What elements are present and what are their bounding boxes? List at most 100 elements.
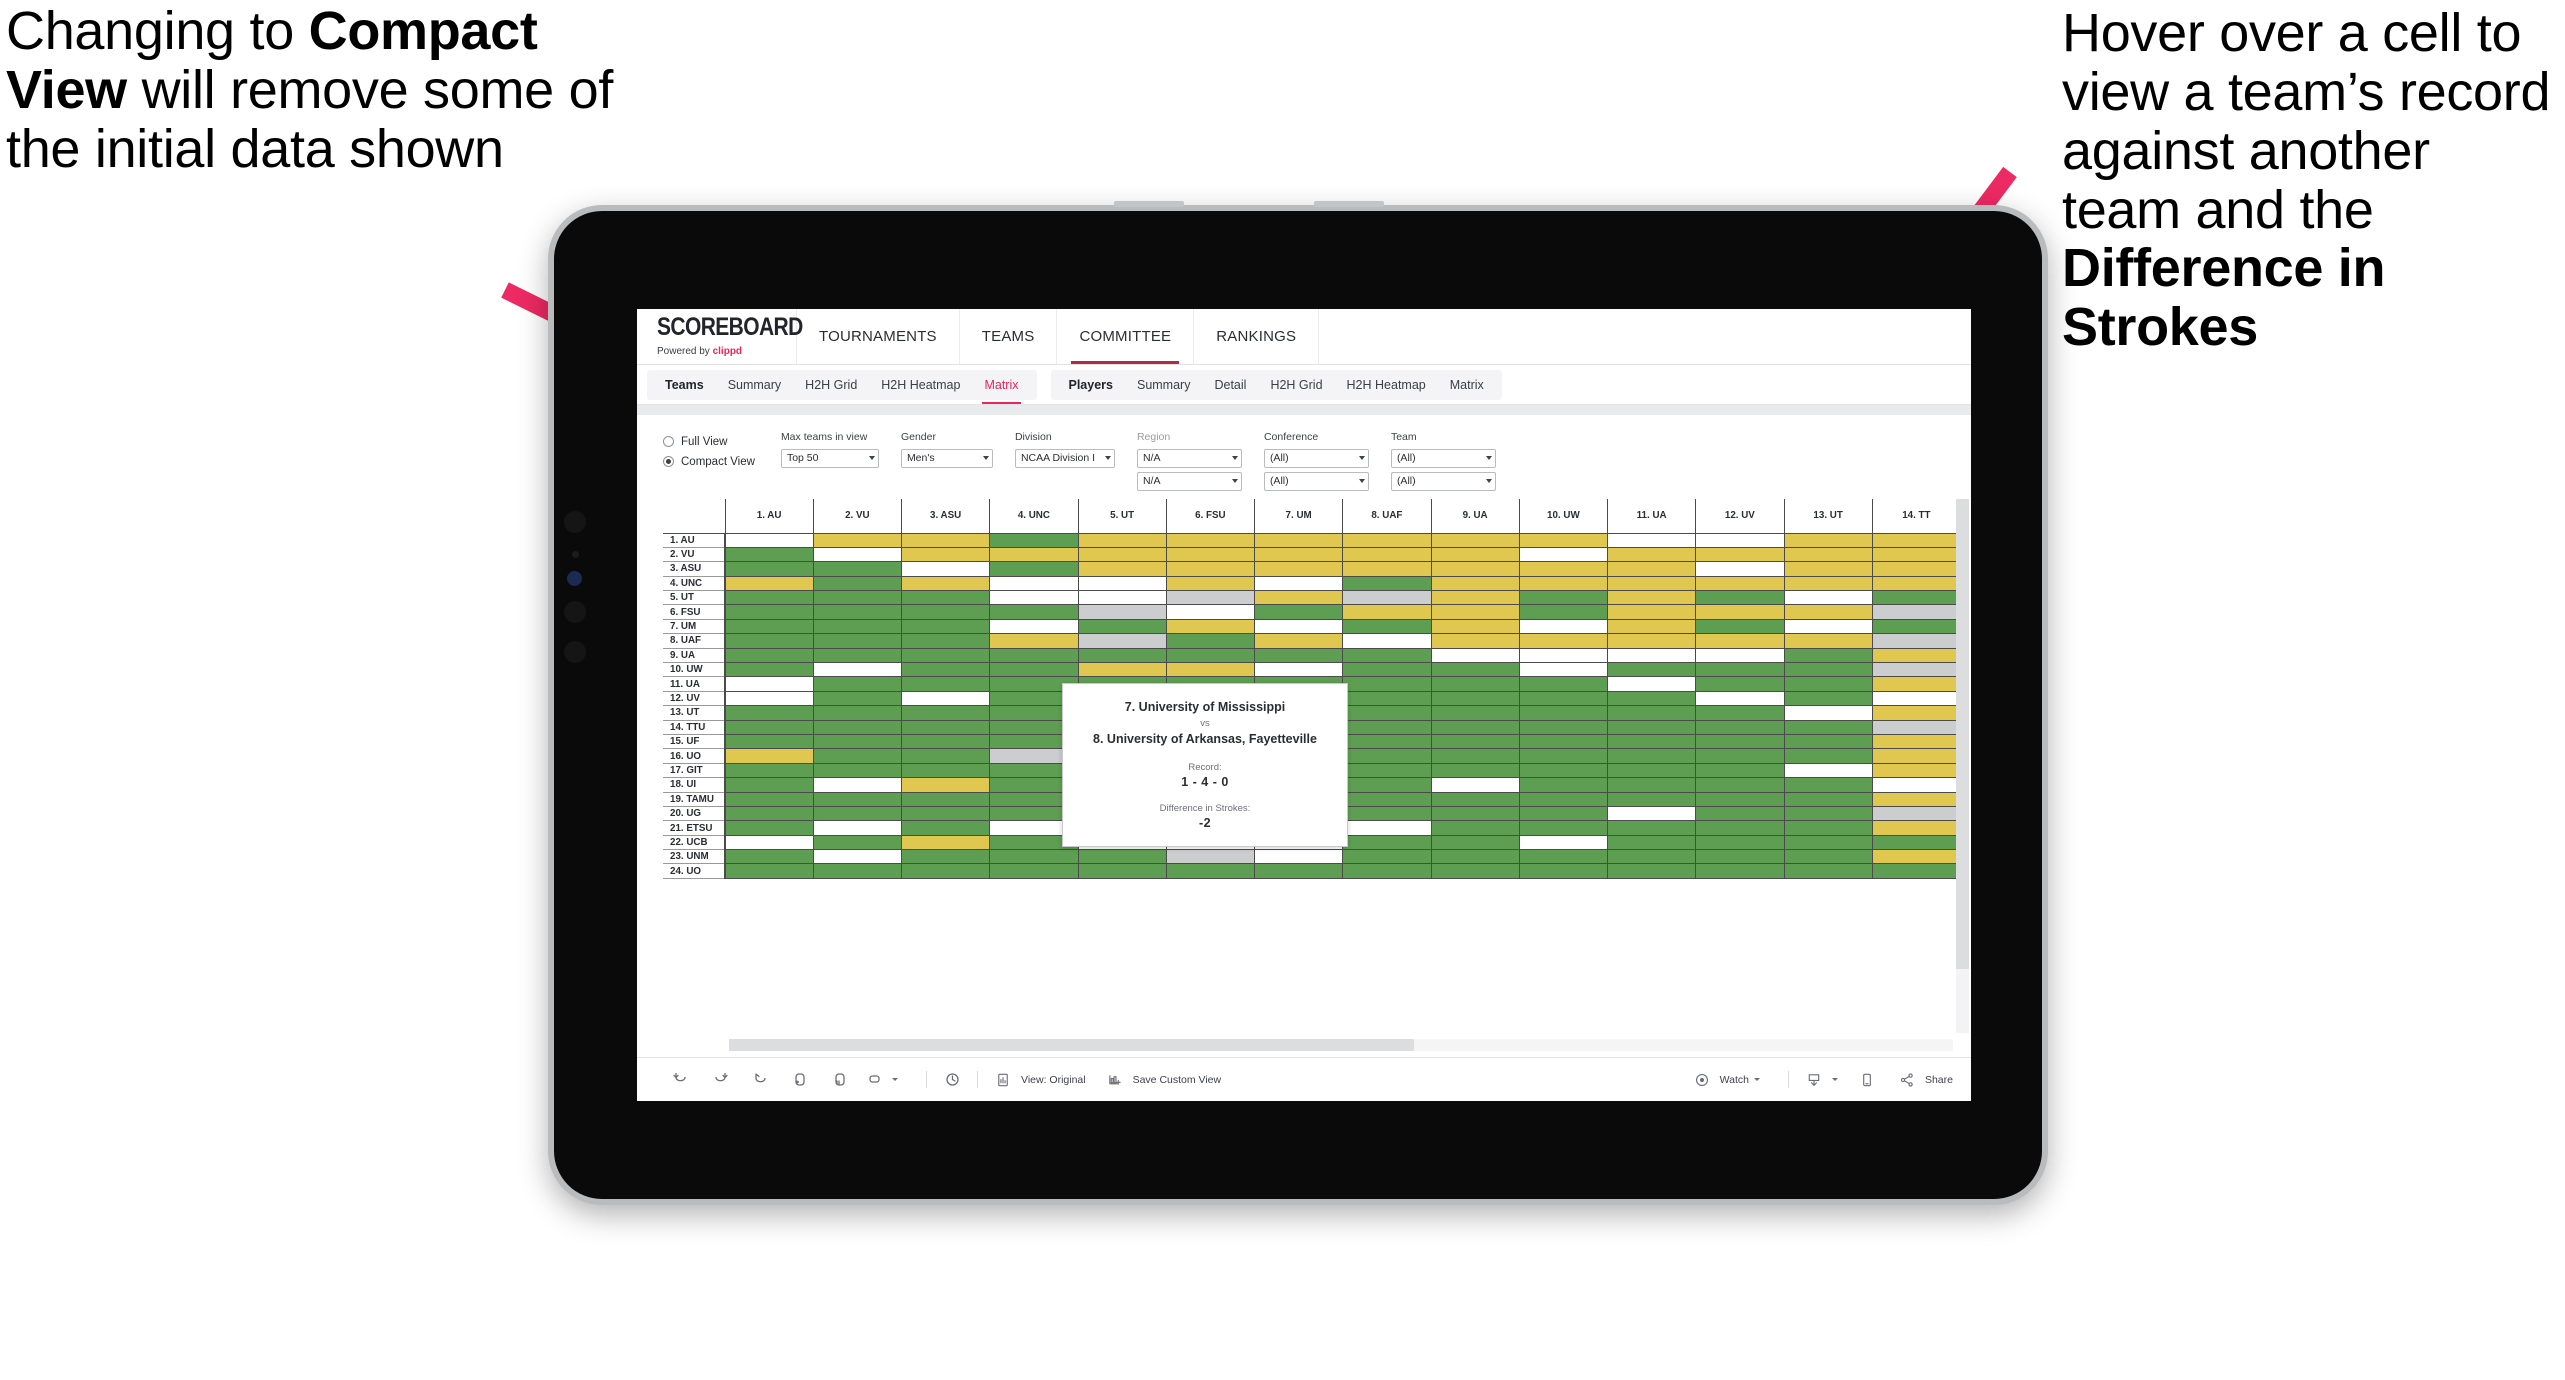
matrix-cell[interactable]: [900, 676, 991, 692]
matrix-cell[interactable]: [1606, 820, 1697, 836]
matrix-cell[interactable]: [1253, 863, 1344, 879]
matrix-cell[interactable]: [1606, 676, 1697, 692]
matrix-cell[interactable]: [1253, 561, 1344, 577]
matrix-cell[interactable]: [1783, 690, 1873, 707]
matrix-cell[interactable]: [900, 849, 991, 865]
matrix-cell[interactable]: [724, 633, 814, 649]
matrix-cell[interactable]: [1871, 705, 1962, 721]
matrix-cell[interactable]: [1165, 849, 1256, 865]
matrix-cell[interactable]: [1783, 863, 1873, 879]
revert-icon[interactable]: [747, 1067, 773, 1093]
save-custom-view-button[interactable]: Save Custom View: [1102, 1067, 1221, 1093]
matrix-cell[interactable]: [1606, 762, 1697, 779]
matrix-cell[interactable]: [900, 647, 991, 664]
matrix-cell[interactable]: [724, 762, 814, 779]
matrix-cell[interactable]: [812, 532, 903, 548]
matrix-cell[interactable]: [812, 604, 903, 620]
matrix-cell[interactable]: [724, 777, 814, 793]
matrix-cell[interactable]: [1077, 532, 1167, 548]
matrix-cell[interactable]: [724, 575, 814, 592]
matrix-cell[interactable]: [1606, 863, 1697, 879]
matrix-cell[interactable]: [1783, 834, 1873, 851]
matrix-cell[interactable]: [1342, 575, 1432, 592]
matrix-cell[interactable]: [1253, 662, 1344, 678]
matrix-cell[interactable]: [1695, 762, 1785, 779]
matrix-cell[interactable]: [812, 762, 903, 779]
matrix-cell[interactable]: [1342, 532, 1432, 548]
matrix-cell[interactable]: [1077, 546, 1167, 563]
matrix-cell[interactable]: [1430, 633, 1520, 649]
matrix-cell[interactable]: [1871, 733, 1962, 750]
matrix-cell[interactable]: [989, 575, 1079, 592]
matrix-cell[interactable]: [724, 748, 814, 764]
matrix-cell[interactable]: [1342, 849, 1432, 865]
matrix-cell[interactable]: [1430, 719, 1520, 735]
matrix-cell[interactable]: [812, 647, 903, 664]
matrix-cell[interactable]: [1165, 662, 1256, 678]
matrix-cell[interactable]: [1871, 546, 1962, 563]
filter-conference-select-1[interactable]: (All): [1263, 449, 1369, 468]
matrix-cell[interactable]: [1518, 676, 1609, 692]
matrix-cell[interactable]: [1253, 604, 1344, 620]
matrix-cell[interactable]: [1695, 546, 1785, 563]
radio-full-view[interactable]: Full View: [663, 433, 755, 450]
matrix-vertical-scroll-thumb[interactable]: [1956, 499, 1969, 969]
matrix-cell[interactable]: [812, 546, 903, 563]
matrix-cell[interactable]: [1606, 733, 1697, 750]
matrix-cell[interactable]: [1606, 777, 1697, 793]
matrix-cell[interactable]: [1342, 719, 1432, 735]
matrix-cell[interactable]: [1165, 633, 1256, 649]
undo-icon[interactable]: [667, 1067, 693, 1093]
matrix-cell[interactable]: [1871, 834, 1962, 851]
matrix-cell[interactable]: [989, 647, 1079, 664]
matrix-cell[interactable]: [724, 590, 814, 606]
matrix-cell[interactable]: [812, 834, 903, 851]
matrix-cell[interactable]: [812, 805, 903, 822]
matrix-cell[interactable]: [1871, 604, 1962, 620]
matrix-cell[interactable]: [1430, 849, 1520, 865]
matrix-cell[interactable]: [1430, 604, 1520, 620]
matrix-cell[interactable]: [1342, 705, 1432, 721]
matrix-cell[interactable]: [900, 733, 991, 750]
matrix-cell[interactable]: [989, 604, 1079, 620]
matrix-cell[interactable]: [1695, 805, 1785, 822]
matrix-cell[interactable]: [1430, 662, 1520, 678]
matrix-cell[interactable]: [1253, 633, 1344, 649]
matrix-cell[interactable]: [1606, 604, 1697, 620]
matrix-cell[interactable]: [1695, 561, 1785, 577]
matrix-cell[interactable]: [1871, 647, 1962, 664]
matrix-cell[interactable]: [1695, 849, 1785, 865]
subnav-players-matrix[interactable]: Matrix: [1438, 370, 1496, 400]
matrix-cell[interactable]: [1165, 647, 1256, 664]
radio-compact-view[interactable]: Compact View: [663, 453, 755, 470]
filter-gender-select[interactable]: Men's: [900, 449, 993, 468]
matrix-cell[interactable]: [1077, 575, 1167, 592]
matrix-cell[interactable]: [900, 690, 991, 707]
matrix-cell[interactable]: [1871, 532, 1962, 548]
matrix-cell[interactable]: [1606, 849, 1697, 865]
matrix-cell[interactable]: [1783, 748, 1873, 764]
matrix-cell[interactable]: [1783, 820, 1873, 836]
matrix-vertical-scrollbar[interactable]: [1956, 499, 1969, 1033]
matrix-cell[interactable]: [1518, 719, 1609, 735]
matrix-cell[interactable]: [1518, 662, 1609, 678]
matrix-cell[interactable]: [724, 690, 814, 707]
matrix-cell[interactable]: [1430, 820, 1520, 836]
matrix-cell[interactable]: [1695, 590, 1785, 606]
matrix-cell[interactable]: [1165, 546, 1256, 563]
matrix-cell[interactable]: [1518, 561, 1609, 577]
matrix-cell[interactable]: [1518, 590, 1609, 606]
matrix-cell[interactable]: [1783, 532, 1873, 548]
matrix-cell[interactable]: [1077, 561, 1167, 577]
matrix-cell[interactable]: [1430, 805, 1520, 822]
matrix-cell[interactable]: [1606, 575, 1697, 592]
matrix-cell[interactable]: [1518, 863, 1609, 879]
matrix-cell[interactable]: [1077, 618, 1167, 635]
matrix-cell[interactable]: [1871, 575, 1962, 592]
matrix-cell[interactable]: [1518, 604, 1609, 620]
matrix-cell[interactable]: [812, 618, 903, 635]
matrix-cell[interactable]: [1606, 662, 1697, 678]
matrix-cell[interactable]: [1871, 748, 1962, 764]
matrix-horizontal-scrollbar[interactable]: [729, 1039, 1953, 1051]
matrix-cell[interactable]: [1783, 791, 1873, 807]
